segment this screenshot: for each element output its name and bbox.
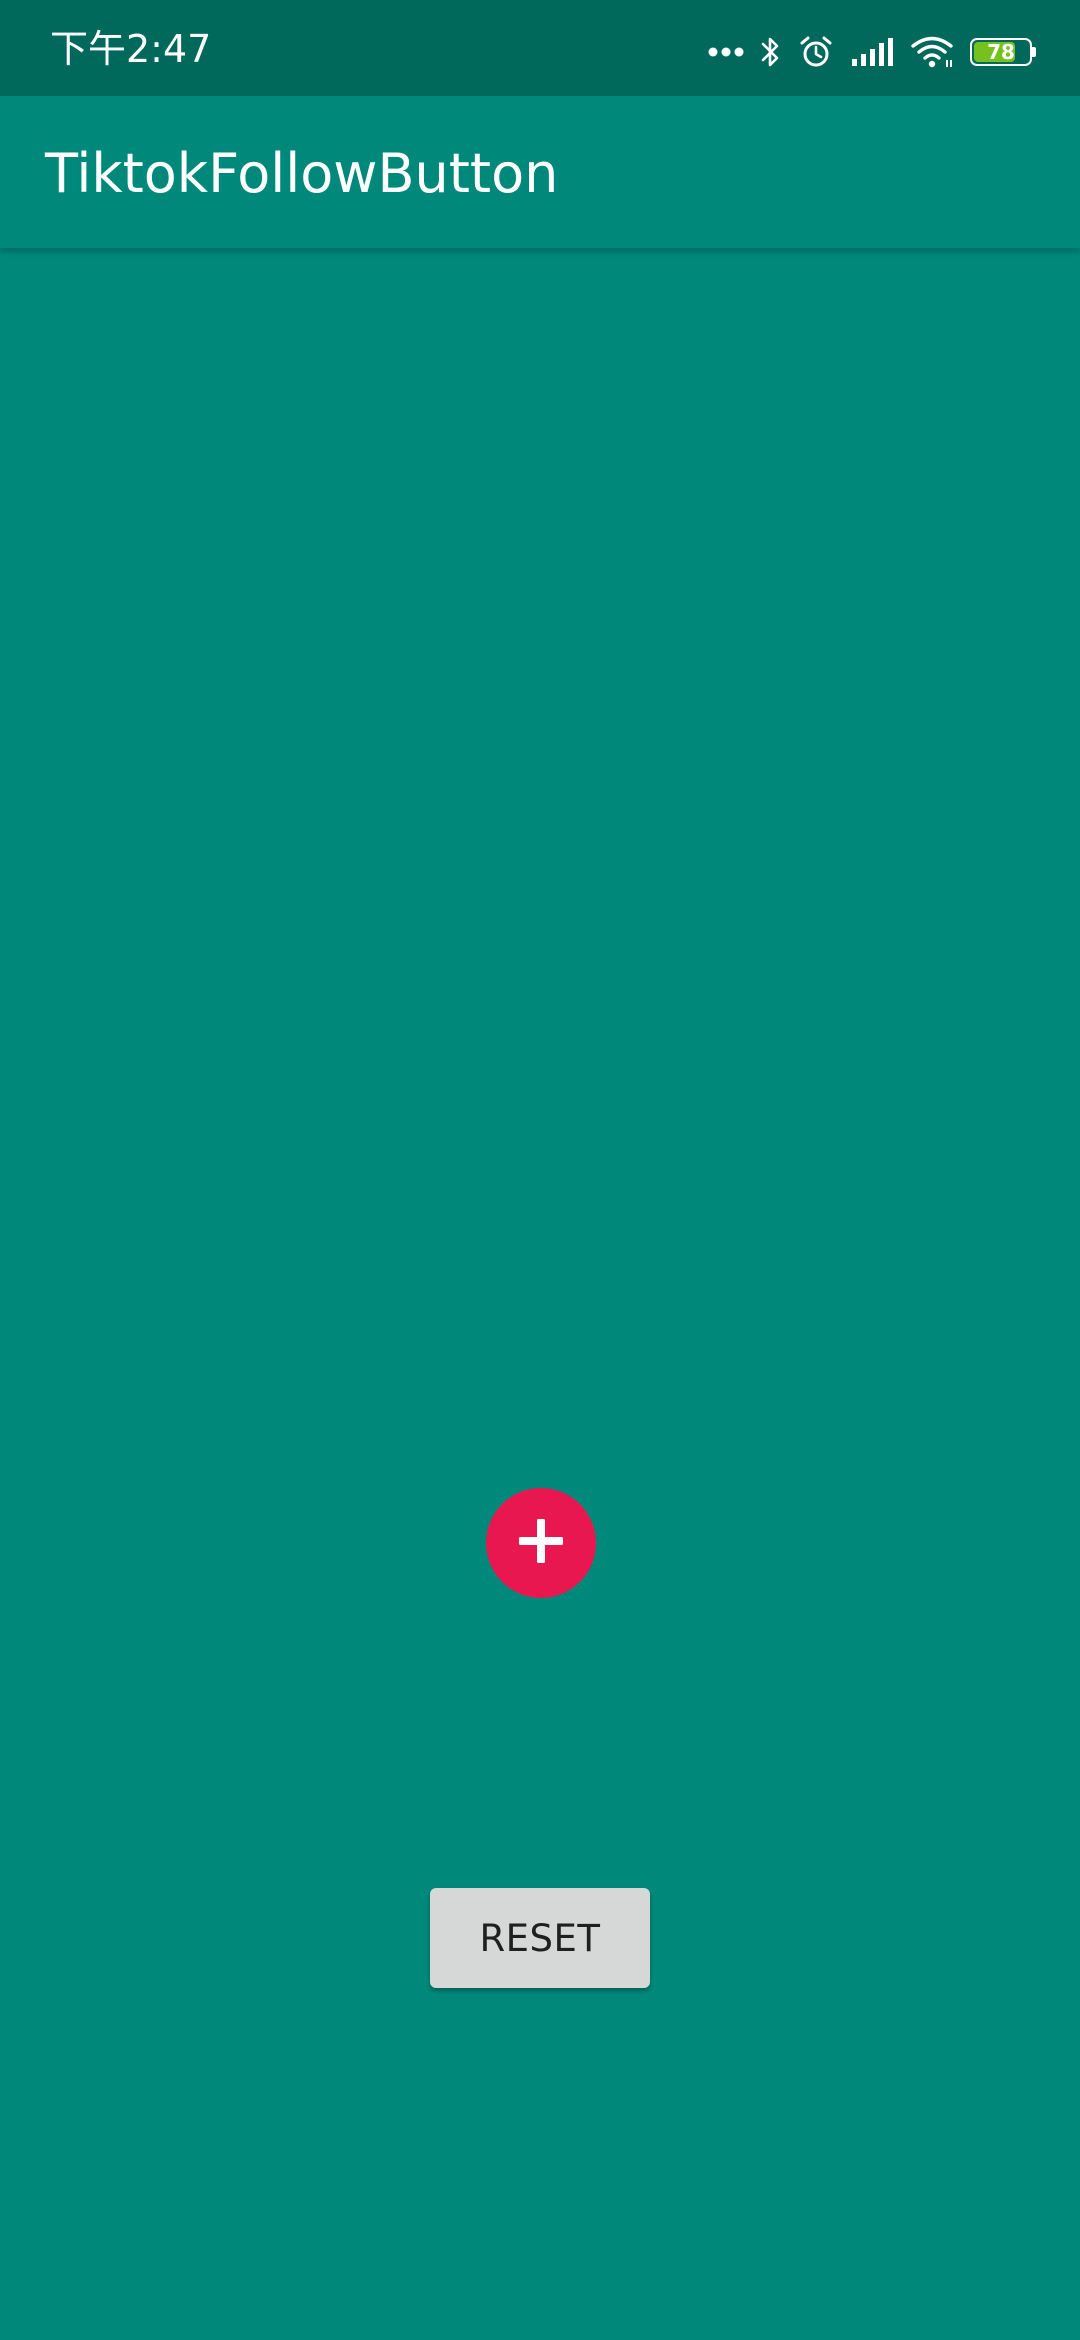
status-time: 下午2:47 bbox=[50, 27, 212, 71]
wifi-icon bbox=[910, 35, 954, 69]
reset-button[interactable]: RESET bbox=[430, 1888, 650, 1988]
signal-icon bbox=[850, 37, 894, 67]
battery-level: 78 bbox=[987, 40, 1015, 64]
app-bar: TiktokFollowButton bbox=[0, 96, 1080, 248]
follow-button[interactable] bbox=[486, 1488, 596, 1598]
plus-icon bbox=[516, 1516, 566, 1571]
battery-icon: 78 bbox=[970, 38, 1036, 66]
app-title: TiktokFollowButton bbox=[45, 142, 559, 205]
main-content: RESET bbox=[0, 248, 1080, 2340]
more-dots-icon bbox=[708, 46, 744, 58]
bluetooth-icon bbox=[760, 34, 782, 70]
status-icons: 78 bbox=[708, 30, 1036, 74]
status-bar: 下午2:47 78 bbox=[0, 0, 1080, 96]
alarm-icon bbox=[798, 34, 834, 70]
